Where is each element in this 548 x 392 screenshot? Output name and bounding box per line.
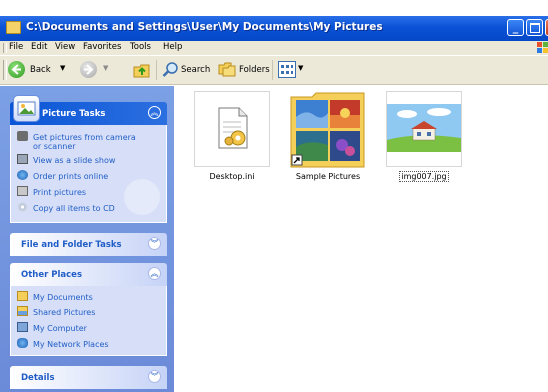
my-network-places-label: My Network Places — [33, 340, 109, 349]
my-network-places-link[interactable]: My Network Places — [17, 338, 109, 349]
globe-icon — [17, 170, 28, 180]
details-header[interactable]: Details ︾ — [10, 366, 167, 389]
toolbar-grip — [3, 60, 7, 80]
menu-favorites[interactable]: Favorites — [83, 42, 121, 52]
forward-dropdown-icon[interactable]: ▼ — [103, 64, 108, 72]
file-name: img007.jpg — [374, 171, 474, 182]
file-folder-tasks-title: File and Folder Tasks — [21, 240, 122, 250]
shared-pictures-link[interactable]: Shared Pictures — [17, 306, 95, 317]
views-icon — [278, 61, 296, 78]
get-pictures-link[interactable]: Get pictures from camera or scanner — [17, 131, 136, 151]
computer-icon — [17, 322, 28, 332]
toolbar-separator — [156, 60, 157, 80]
windows-logo-icon — [537, 42, 548, 53]
picture-tasks-title: Picture Tasks — [42, 109, 106, 119]
thumbnail-frame — [290, 91, 366, 168]
explorer-window: C:\Documents and Settings\User\My Docume… — [0, 0, 548, 392]
picture-tasks-body: Get pictures from camera or scanner View… — [10, 125, 167, 223]
details-title: Details — [21, 373, 55, 383]
camera-icon — [17, 131, 28, 141]
other-places-title: Other Places — [21, 270, 82, 280]
collapse-chevron-icon[interactable]: ︽ — [148, 267, 161, 280]
print-pictures-link[interactable]: Print pictures — [17, 186, 86, 197]
cd-icon — [17, 202, 28, 212]
views-dropdown-icon: ▼ — [298, 64, 304, 72]
image-thumbnail-icon — [387, 104, 461, 152]
my-computer-link[interactable]: My Computer — [17, 322, 87, 333]
folder-window-icon — [6, 21, 21, 34]
copy-to-cd-label: Copy all items to CD — [33, 204, 115, 213]
folder-thumbnail-icon — [290, 92, 365, 168]
get-pictures-label-line2: or scanner — [33, 142, 76, 151]
order-prints-link[interactable]: Order prints online — [17, 170, 108, 181]
file-name: Desktop.ini — [209, 172, 255, 181]
collapse-chevron-icon[interactable]: ︽ — [148, 106, 161, 119]
search-button[interactable]: Search — [162, 60, 212, 80]
folder-name: Sample Pictures — [295, 172, 361, 181]
back-dropdown-icon[interactable]: ▼ — [60, 64, 65, 72]
other-places-header[interactable]: Other Places ︽ — [10, 263, 167, 286]
printer-icon — [17, 186, 28, 196]
toolbar-separator — [272, 60, 273, 80]
window-title: C:\Documents and Settings\User\My Docume… — [26, 21, 383, 33]
menu-file[interactable]: File — [9, 42, 23, 52]
maximize-icon — [529, 23, 540, 33]
file-item[interactable]: Desktop.ini — [182, 86, 282, 186]
watermark-icon — [124, 179, 160, 215]
shared-pictures-icon — [17, 306, 28, 316]
back-button[interactable]: Back ▼ — [8, 60, 72, 80]
other-places-body: My Documents Shared Pictures My Computer… — [10, 286, 167, 356]
network-icon — [17, 338, 28, 348]
get-pictures-label: Get pictures from camera — [33, 133, 136, 142]
forward-button[interactable]: ▼ — [80, 60, 114, 80]
task-pane: Picture Tasks ︽ Get pictures from camera… — [0, 86, 174, 392]
search-label: Search — [181, 65, 211, 75]
slideshow-icon — [17, 154, 28, 164]
title-bar[interactable]: C:\Documents and Settings\User\My Docume… — [0, 16, 548, 41]
folders-icon — [218, 62, 236, 77]
order-prints-label: Order prints online — [33, 172, 109, 181]
views-button[interactable]: ▼ — [278, 61, 306, 79]
picture-tasks-header[interactable]: Picture Tasks ︽ — [10, 95, 167, 125]
selected-file-label: img007.jpg — [399, 171, 449, 182]
slide-show-label: View as a slide show — [33, 156, 116, 165]
folders-button[interactable]: Folders — [218, 60, 270, 80]
up-folder-icon[interactable] — [133, 62, 150, 78]
back-arrow-icon — [8, 61, 25, 78]
print-pictures-label: Print pictures — [33, 188, 87, 197]
expand-chevron-icon[interactable]: ︾ — [148, 370, 161, 383]
thumbnail-frame — [386, 91, 462, 167]
my-documents-label: My Documents — [33, 293, 93, 302]
picture-tasks-icon — [13, 95, 40, 122]
expand-chevron-icon[interactable]: ︾ — [148, 237, 161, 250]
menu-help[interactable]: Help — [163, 42, 182, 52]
maximize-button[interactable] — [526, 19, 543, 36]
my-computer-label: My Computer — [33, 324, 87, 333]
file-item[interactable]: img007.jpg — [374, 86, 474, 186]
shared-pictures-label: Shared Pictures — [33, 308, 96, 317]
forward-arrow-icon — [80, 61, 97, 78]
my-documents-link[interactable]: My Documents — [17, 291, 93, 302]
menu-view[interactable]: View — [55, 42, 75, 52]
folders-label: Folders — [239, 65, 270, 75]
menu-grip — [3, 43, 7, 53]
search-icon — [162, 62, 178, 77]
toolbar: Back ▼ ▼ Search Folders ▼ — [0, 56, 548, 85]
folder-icon — [17, 291, 28, 301]
file-view[interactable]: Desktop.ini Sample Pictures img007.jpg — [174, 86, 548, 392]
menu-tools[interactable]: Tools — [130, 42, 151, 52]
back-label: Back — [30, 65, 51, 75]
minimize-button[interactable]: _ — [507, 19, 524, 36]
slide-show-link[interactable]: View as a slide show — [17, 154, 115, 165]
menu-bar: File Edit View Favorites Tools Help — [0, 41, 548, 56]
thumbnail-frame — [194, 91, 270, 167]
folder-item[interactable]: Sample Pictures — [278, 86, 378, 186]
file-folder-tasks-header[interactable]: File and Folder Tasks ︾ — [10, 233, 167, 256]
menu-edit[interactable]: Edit — [31, 42, 47, 52]
copy-to-cd-link[interactable]: Copy all items to CD — [17, 202, 115, 213]
settings-file-icon — [218, 107, 248, 149]
